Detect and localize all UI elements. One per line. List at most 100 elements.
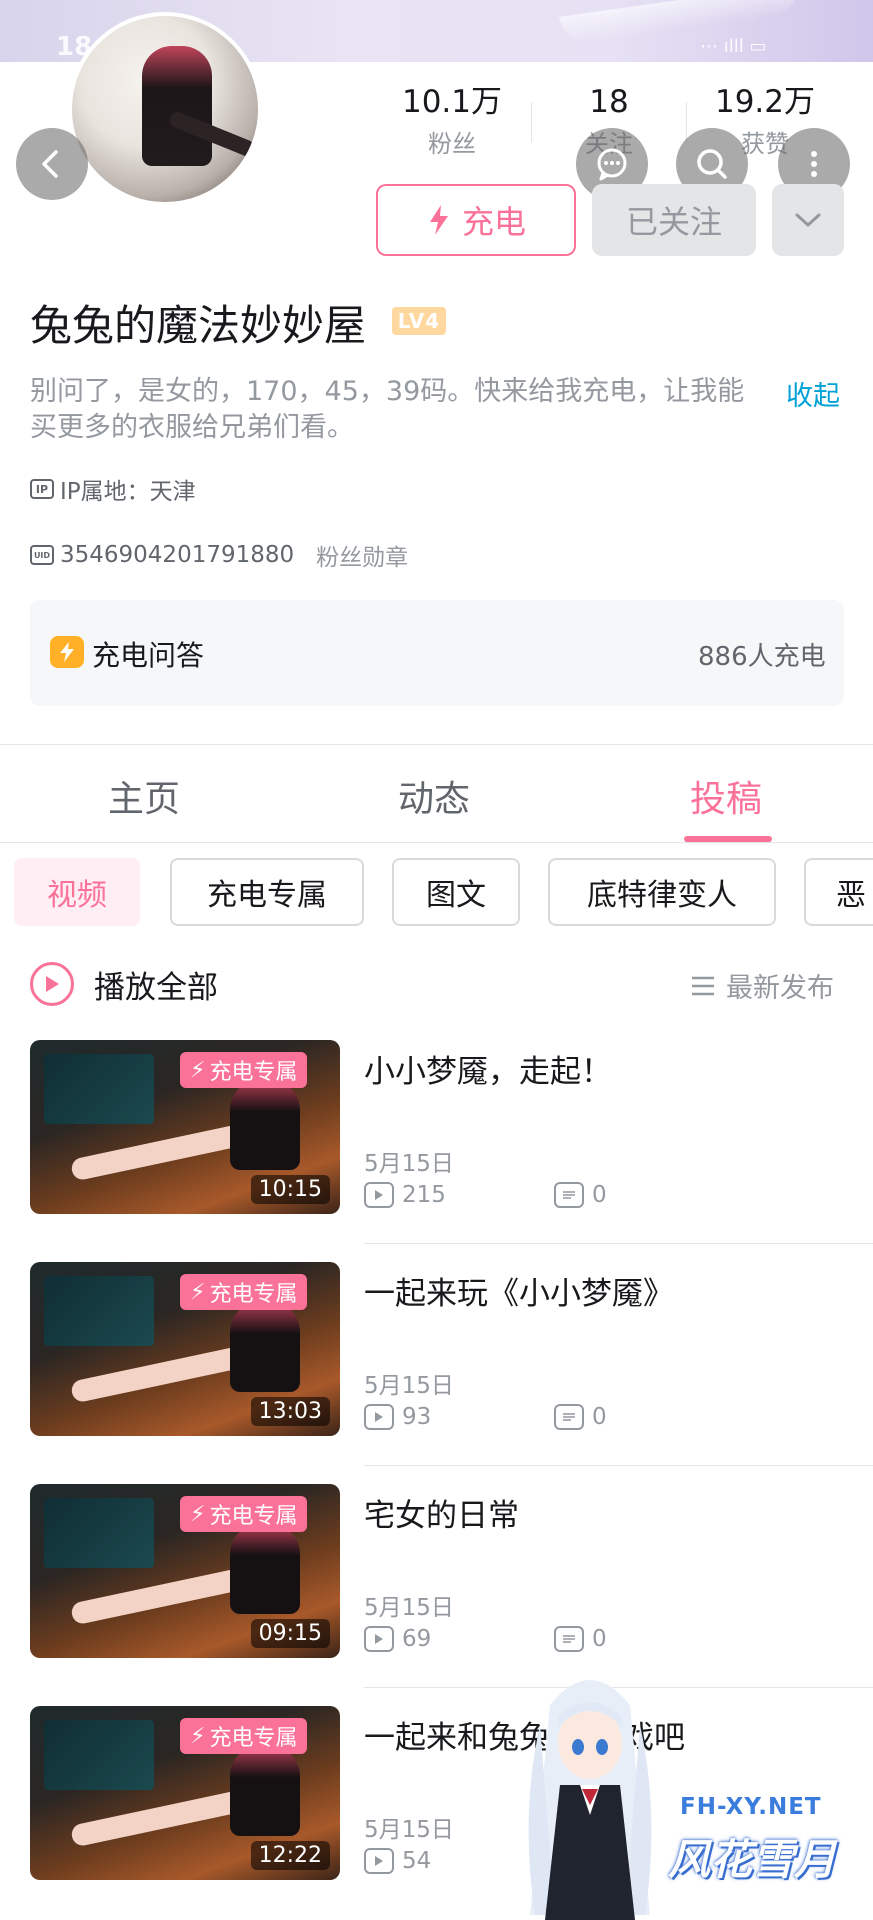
video-title: 一起来玩《小小梦魇》 — [364, 1276, 674, 1312]
watermark-character — [528, 1680, 652, 1920]
charge-exclusive-badge: ⚡ 充电专属 — [180, 1052, 308, 1088]
back-button[interactable] — [16, 128, 88, 200]
thumbnail-scene — [44, 1720, 154, 1790]
comment-count-value: 0 — [592, 1626, 607, 1652]
view-count: 54 — [364, 1848, 431, 1874]
back-arrow-icon — [42, 150, 58, 178]
thumbnail-scene — [230, 1524, 300, 1614]
video-duration: 12:22 — [250, 1841, 330, 1870]
charge-button[interactable]: 充电 — [376, 184, 576, 256]
video-date: 5月15日 — [364, 1373, 454, 1399]
badge-label: 充电专属 — [209, 1060, 298, 1085]
chevron-down-icon — [795, 213, 821, 227]
profile-bio: 别问了，是女的，170，45，39码。快来给我充电，让我能买更多的衣服给兄弟们看… — [30, 376, 745, 443]
filter-chip-charge-exclusive[interactable]: 充电专属 — [170, 858, 364, 926]
tab-submissions[interactable]: 投稿 — [690, 770, 762, 822]
filter-chip-partial[interactable]: 恶 — [804, 858, 873, 926]
badge-label: 充电专属 — [209, 1726, 298, 1751]
charge-label: 充电 — [461, 203, 526, 241]
recommend-dropdown-button[interactable] — [772, 184, 844, 256]
charge-qa-icon — [50, 636, 84, 668]
followed-button[interactable]: 已关注 — [592, 184, 756, 256]
lightning-icon: ⚡ — [190, 1057, 206, 1083]
video-thumbnail[interactable]: ⚡ 充电专属 10:15 — [30, 1040, 340, 1214]
thumbnail-scene — [44, 1054, 154, 1124]
badge-label: 充电专属 — [209, 1282, 298, 1307]
level-badge: LV4 — [392, 307, 446, 335]
stat-divider — [686, 102, 687, 142]
video-item[interactable]: ⚡ 充电专属 13:03 一起来玩《小小梦魇》 5月15日 93 0 — [0, 1244, 873, 1466]
filter-chip-video[interactable]: 视频 — [14, 858, 140, 926]
play-count-icon — [364, 1182, 394, 1208]
divider — [0, 744, 873, 745]
play-all-icon[interactable] — [30, 962, 74, 1006]
video-duration: 09:15 — [250, 1619, 330, 1648]
comment-count-value: 0 — [592, 1182, 607, 1208]
comment-icon — [554, 1182, 584, 1208]
watermark-logo: 风花雪月 — [668, 1835, 837, 1884]
ip-icon: IP — [30, 479, 54, 499]
stat-value: 19.2万 — [714, 84, 816, 120]
search-icon — [697, 149, 727, 179]
sort-dropdown[interactable]: 最新发布 — [690, 966, 834, 1005]
view-count: 69 — [364, 1626, 431, 1652]
divider — [0, 842, 873, 843]
fan-medal-link[interactable]: 粉丝勋章 — [316, 538, 408, 572]
avatar-figure — [142, 46, 212, 166]
tab-dynamics[interactable]: 动态 — [398, 770, 470, 822]
view-count-value: 54 — [402, 1848, 432, 1874]
filter-chip-image-text[interactable]: 图文 — [392, 858, 520, 926]
avatar[interactable] — [68, 12, 262, 206]
status-indicators: ⋯ ılll ▭ — [700, 36, 767, 57]
badge-label: 充电专属 — [209, 1504, 298, 1529]
thumbnail-scene — [230, 1746, 300, 1836]
thumbnail-scene — [230, 1302, 300, 1392]
play-icon — [46, 976, 59, 992]
view-count: 215 — [364, 1182, 446, 1208]
view-count-value: 215 — [402, 1182, 446, 1208]
charge-exclusive-badge: ⚡ 充电专属 — [180, 1718, 308, 1754]
collapse-link[interactable]: 收起 — [786, 374, 840, 413]
video-date: 5月15日 — [364, 1817, 454, 1843]
comment-count: 0 — [554, 1182, 607, 1208]
lightning-icon — [429, 205, 448, 235]
stat-followers[interactable]: 10.1万 粉丝 — [387, 84, 517, 159]
charge-qa-label: 充电问答 — [92, 639, 205, 672]
play-count-icon — [364, 1848, 394, 1874]
play-count-icon — [364, 1404, 394, 1430]
lightning-icon — [60, 642, 74, 662]
video-thumbnail[interactable]: ⚡ 充电专属 13:03 — [30, 1262, 340, 1436]
charge-exclusive-badge: ⚡ 充电专属 — [180, 1496, 308, 1532]
list-sort-icon — [692, 976, 714, 995]
video-thumbnail[interactable]: ⚡ 充电专属 09:15 — [30, 1484, 340, 1658]
comment-count: 0 — [554, 1404, 607, 1430]
thumbnail-scene — [44, 1498, 154, 1568]
thumbnail-scene — [44, 1276, 154, 1346]
uid-row: UID 3546904201791880 粉丝勋章 — [30, 538, 408, 572]
ip-location: IP属地：天津 — [60, 479, 196, 505]
uid-icon: UID — [30, 545, 54, 565]
video-thumbnail[interactable]: ⚡ 充电专属 12:22 — [30, 1706, 340, 1880]
video-duration: 10:15 — [250, 1175, 330, 1204]
watermark-url: FH-XY.NET — [680, 1794, 822, 1820]
stat-label: 粉丝 — [428, 130, 476, 158]
tab-home[interactable]: 主页 — [108, 770, 180, 822]
stat-divider — [531, 102, 532, 142]
stat-value: 18 — [589, 84, 629, 120]
view-count-value: 93 — [402, 1404, 432, 1430]
comment-count: 0 — [554, 1626, 607, 1652]
play-all-button[interactable]: 播放全部 — [94, 962, 218, 1007]
video-item[interactable]: ⚡ 充电专属 09:15 宅女的日常 5月15日 69 0 — [0, 1466, 873, 1688]
filter-chip-detroit[interactable]: 底特律变人 — [548, 858, 776, 926]
video-item[interactable]: ⚡ 充电专属 10:15 小小梦魇，走起！ 5月15日 215 0 — [0, 1022, 873, 1244]
view-count: 93 — [364, 1404, 431, 1430]
charge-exclusive-badge: ⚡ 充电专属 — [180, 1274, 308, 1310]
video-date: 5月15日 — [364, 1151, 454, 1177]
comment-count-value: 0 — [592, 1404, 607, 1430]
message-icon — [597, 148, 627, 181]
charge-count: 886人充电 — [698, 642, 826, 672]
sort-label: 最新发布 — [726, 973, 834, 1004]
more-vertical-icon — [811, 151, 817, 177]
profile-name: 兔兔的魔法妙妙屋 — [30, 301, 367, 350]
uid-value[interactable]: 3546904201791880 — [60, 542, 294, 568]
